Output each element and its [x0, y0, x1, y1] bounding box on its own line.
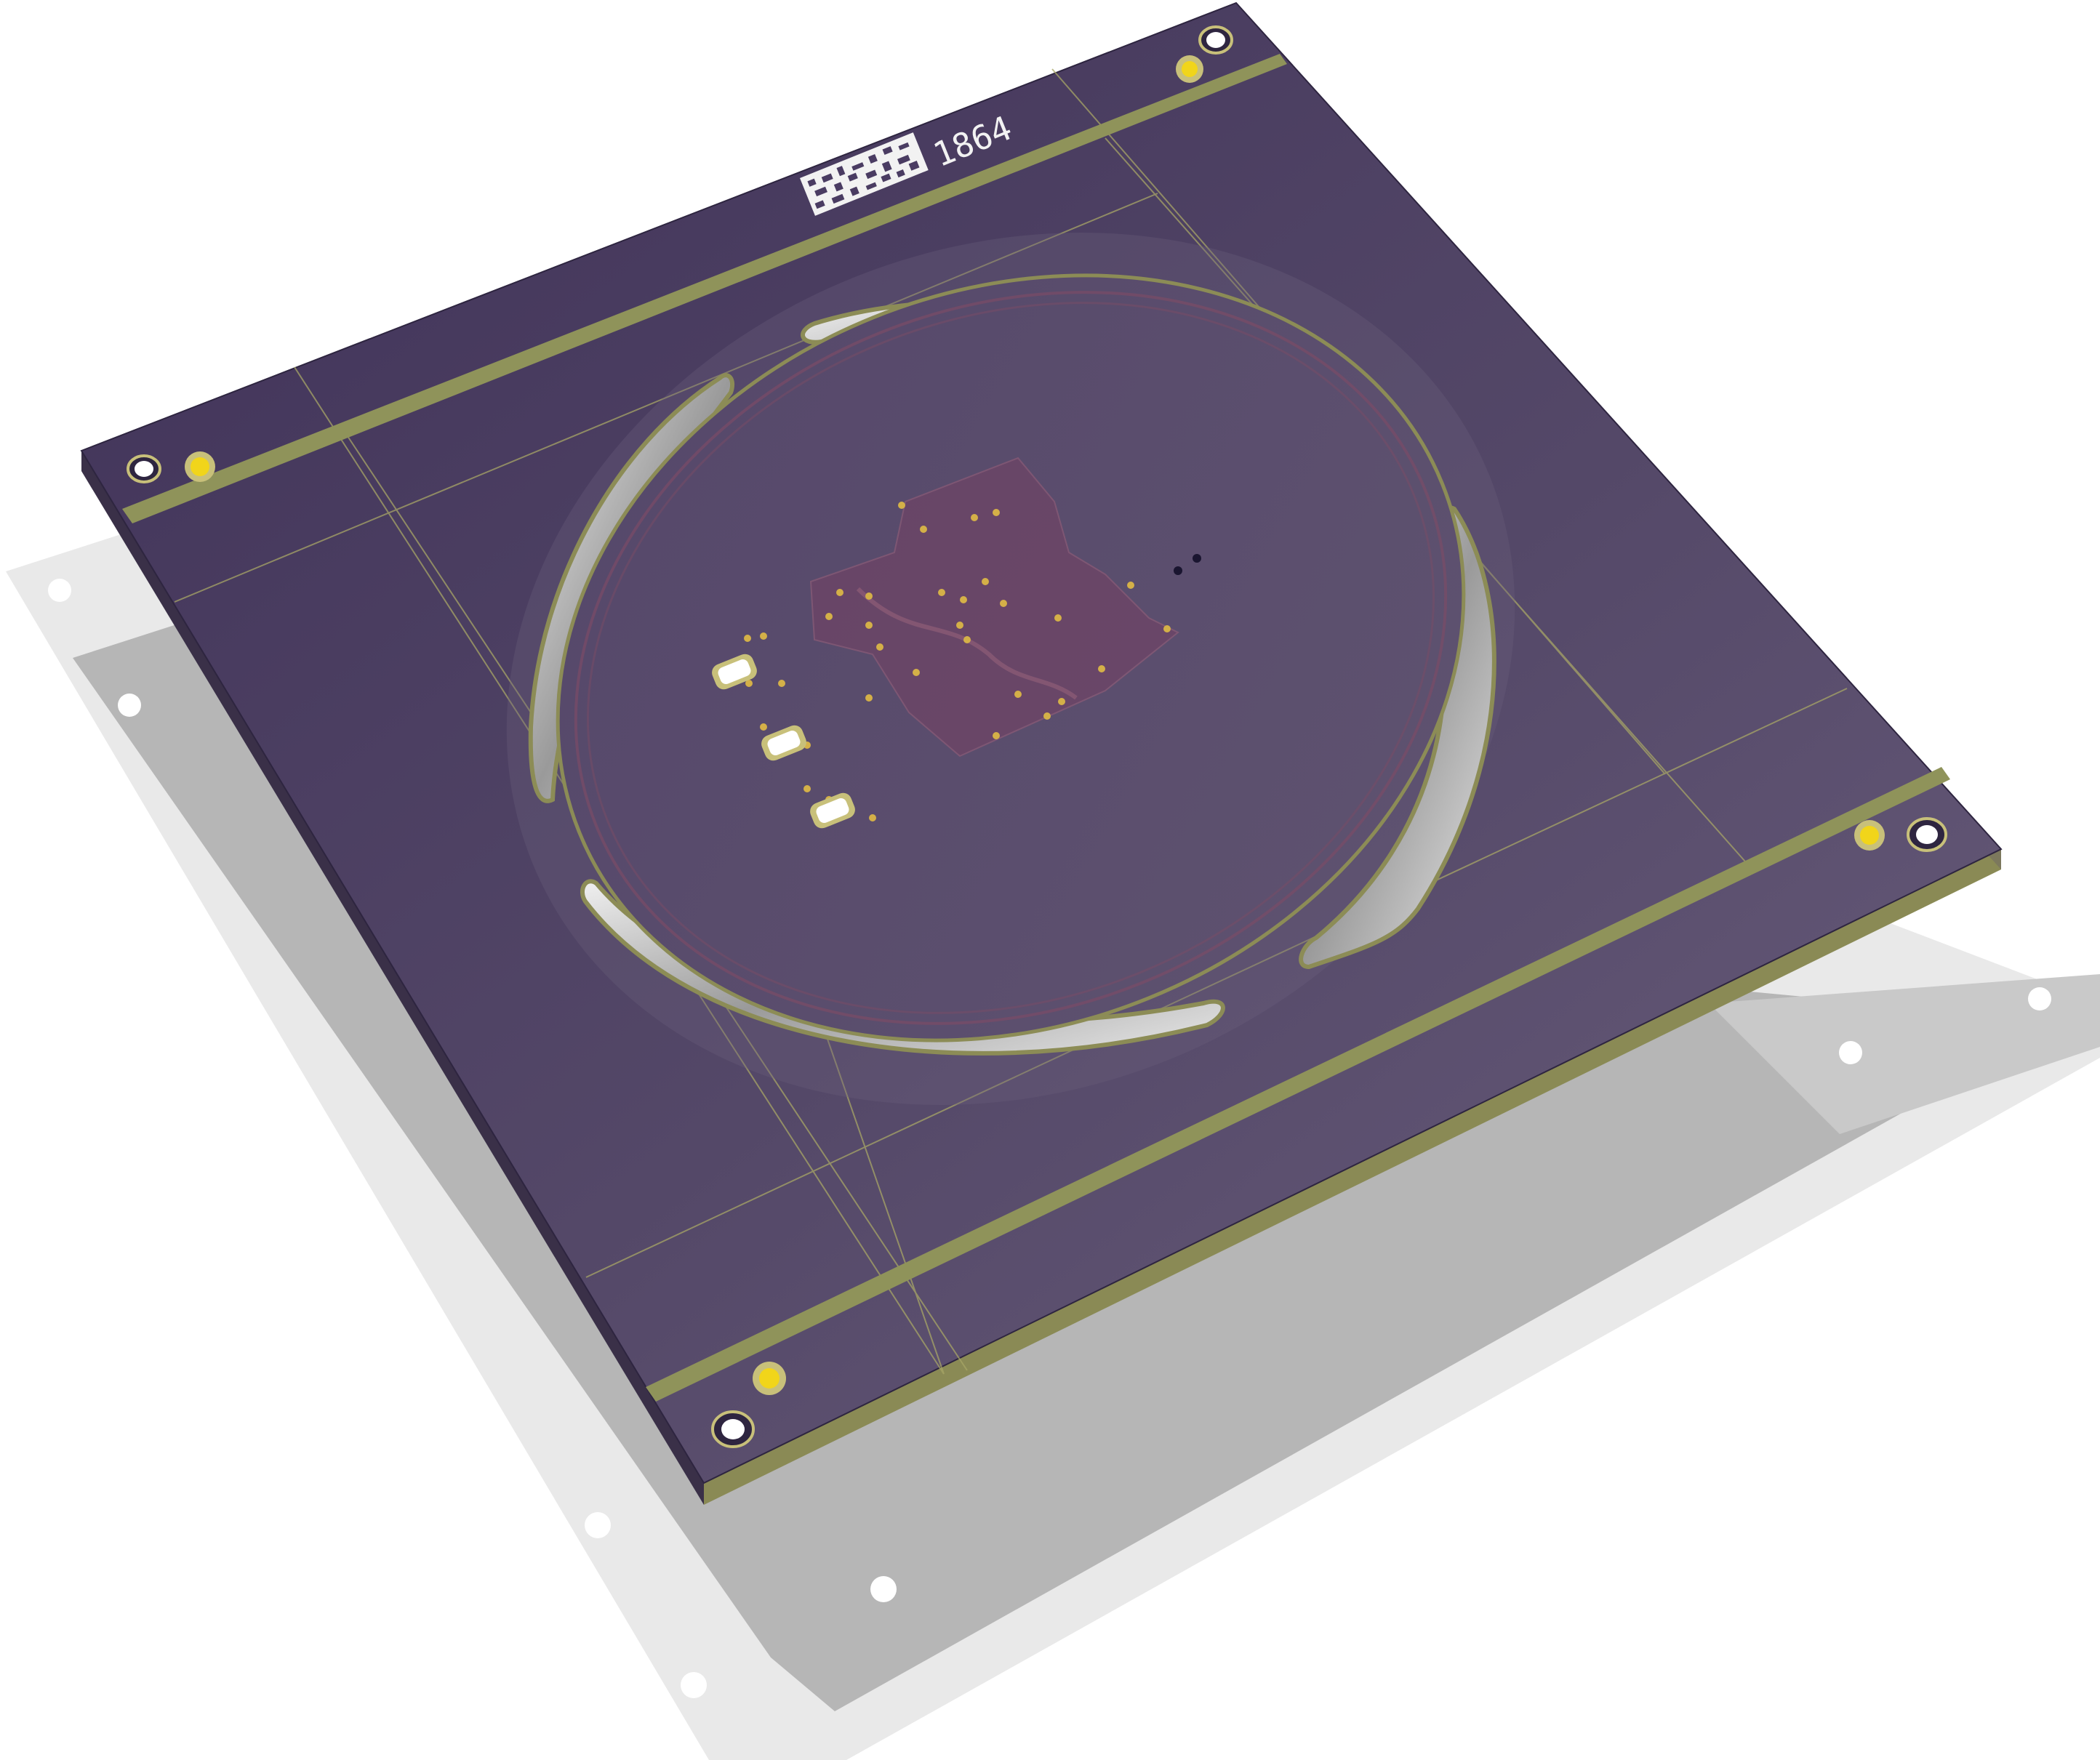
- shadow-hole: [1839, 1041, 1862, 1064]
- via-icon: [1127, 582, 1134, 589]
- shadow-hole: [870, 1576, 897, 1602]
- via-icon: [744, 635, 751, 642]
- mounting-hole-icon: [1907, 817, 1947, 852]
- via-icon: [956, 622, 963, 629]
- via-icon: [760, 723, 767, 731]
- via-icon: [993, 509, 1000, 516]
- via-icon: [1058, 698, 1065, 705]
- mounting-hole-icon: [127, 454, 161, 483]
- via-icon: [876, 643, 883, 651]
- shadow-hole: [2028, 987, 2051, 1010]
- via-icon: [1174, 566, 1182, 575]
- via-icon: [1014, 691, 1022, 698]
- via-icon: [1098, 665, 1105, 672]
- gold-pad-icon: [753, 1362, 786, 1395]
- via-icon: [825, 613, 833, 620]
- mounting-hole-icon: [1198, 25, 1233, 55]
- via-icon: [920, 526, 927, 533]
- via-icon: [1163, 625, 1171, 632]
- via-icon: [803, 785, 811, 792]
- gold-pad-icon: [1176, 55, 1203, 83]
- via-icon: [1193, 554, 1201, 563]
- via-icon: [1000, 600, 1007, 607]
- via-icon: [760, 632, 767, 640]
- via-icon: [869, 814, 876, 821]
- pcb-render-scene: 1864: [6, 1, 2100, 1760]
- via-icon: [960, 596, 967, 603]
- via-icon: [913, 669, 920, 676]
- gold-pad-icon: [185, 451, 215, 482]
- shadow-hole: [681, 1672, 707, 1698]
- via-icon: [963, 636, 971, 643]
- via-icon: [1043, 712, 1051, 720]
- via-icon: [971, 514, 978, 521]
- via-icon: [993, 732, 1000, 739]
- shadow-hole: [118, 694, 141, 717]
- mounting-hole-icon: [711, 1410, 755, 1448]
- shadow-hole: [585, 1512, 611, 1538]
- via-icon: [938, 589, 945, 596]
- via-icon: [982, 578, 989, 585]
- via-icon: [865, 592, 873, 600]
- via-icon: [898, 502, 905, 509]
- via-icon: [778, 680, 785, 687]
- shadow-hole: [1867, 1237, 1891, 1261]
- via-icon: [836, 589, 843, 596]
- via-icon: [865, 694, 873, 702]
- gold-pad-icon: [1854, 820, 1885, 851]
- shadow-hole: [48, 579, 71, 602]
- via-icon: [1054, 614, 1062, 622]
- via-icon: [865, 622, 873, 629]
